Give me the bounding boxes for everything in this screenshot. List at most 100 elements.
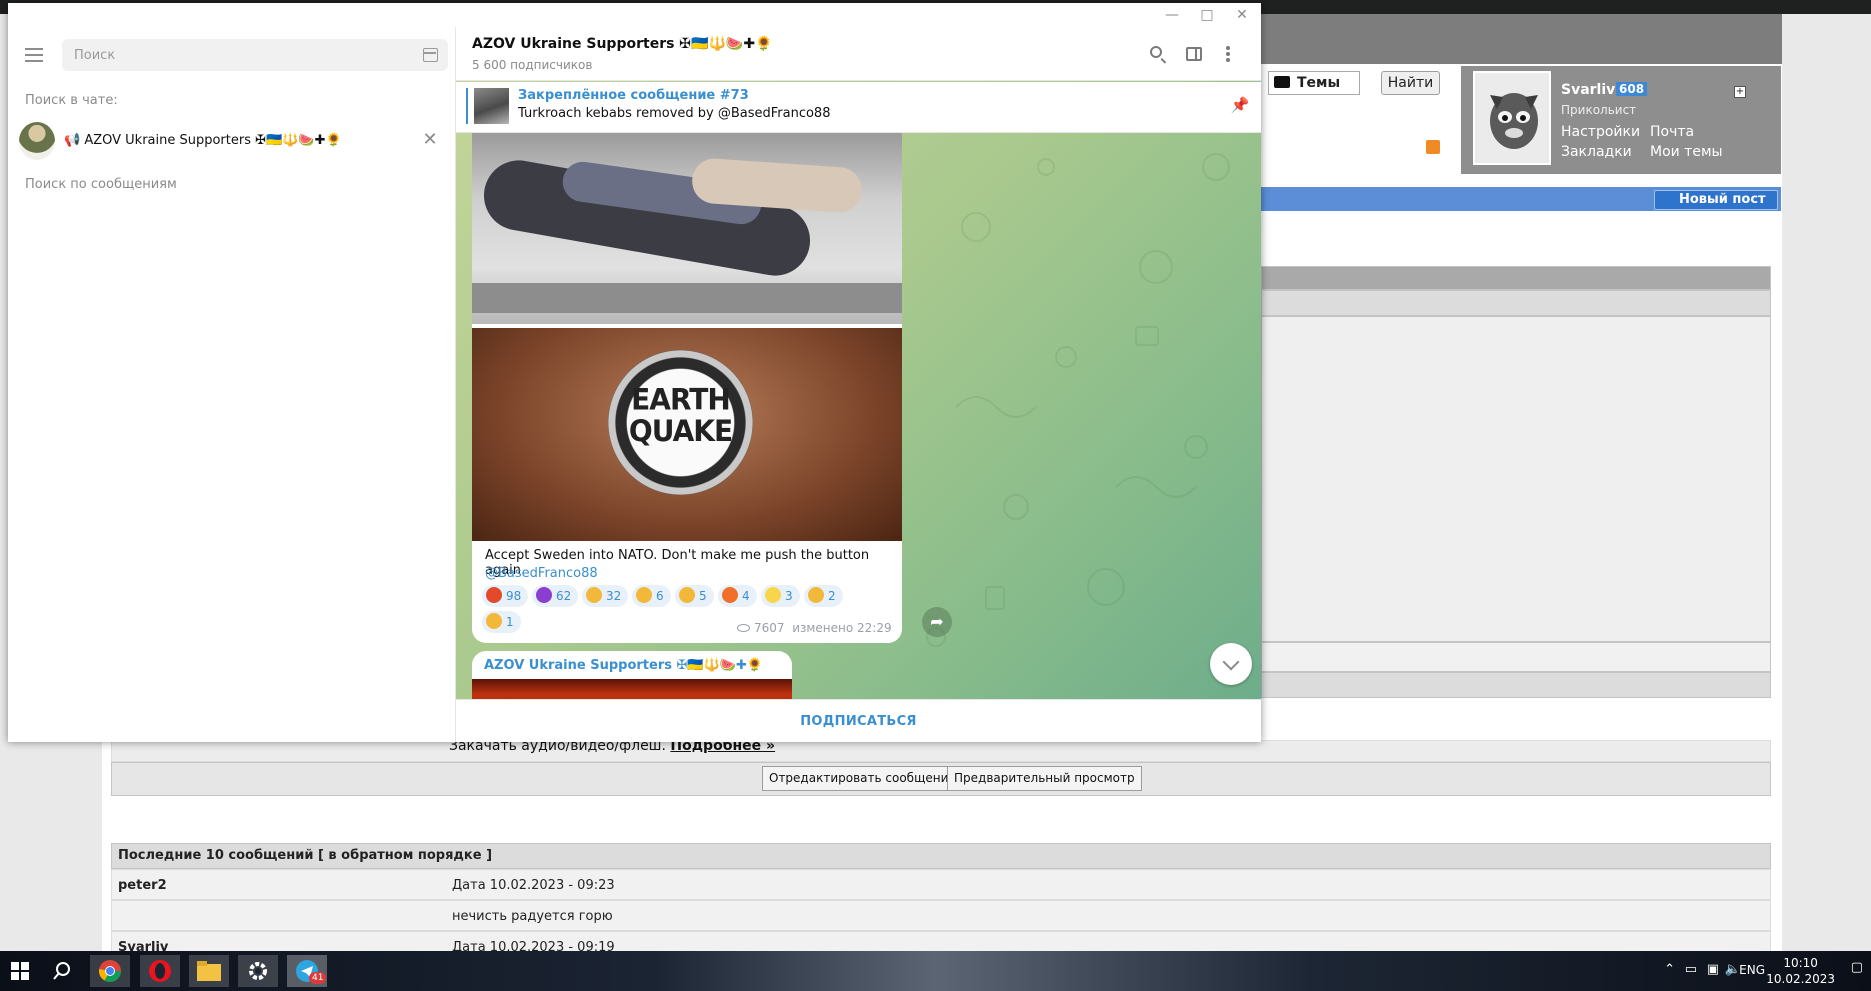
close-icon[interactable]: ✕ [420, 130, 440, 150]
settings-icon[interactable] [238, 955, 278, 987]
chat-header[interactable]: AZOV Ukraine Supporters ✠🇺🇦🔱🍉✚🌻 5 600 по… [456, 27, 1261, 81]
scroll-down-button[interactable] [1210, 643, 1252, 685]
channel-title[interactable]: AZOV Ukraine Supporters ✠🇺🇦🔱🍉✚🌻 [472, 36, 773, 52]
message-meta: 7607 изменено 22:29 [737, 621, 892, 635]
subscribe-button[interactable]: ПОДПИСАТЬСЯ [456, 700, 1261, 743]
banana-icon [765, 587, 781, 603]
pleading-face-icon [486, 613, 502, 629]
pinned-accent [466, 88, 468, 124]
forum-table-row [1261, 316, 1771, 642]
notifications-icon[interactable]: ▢ [1851, 960, 1863, 975]
reaction-angry-face[interactable]: 98 [482, 585, 529, 607]
clock[interactable]: 10:10 10.02.2023 [1766, 955, 1835, 987]
search-field[interactable] [62, 39, 448, 71]
battery-icon[interactable]: ▭ [1685, 962, 1697, 977]
reaction-grimacing-face[interactable]: 2 [804, 585, 843, 607]
message-photo[interactable] [472, 133, 902, 324]
avatar-image [1475, 73, 1549, 163]
chat-title: 📢 AZOV Ukraine Supporters ✠🇺🇦🔱🍉✚🌻 [64, 133, 342, 148]
reaction-smiling-devil[interactable]: 62 [532, 585, 579, 607]
message-text: нечисть радуется горю [452, 909, 613, 924]
message-author[interactable]: AZOV Ukraine Supporters ✠🇺🇦🔱🍉✚🌻 [484, 658, 763, 673]
edited-time: изменено 22:29 [792, 621, 892, 635]
plus-icon[interactable]: + [1734, 86, 1746, 98]
start-icon[interactable] [0, 955, 40, 987]
search-in-chat-label: Поиск в чате: [25, 93, 118, 108]
last-messages-header: Последние 10 сообщений [ в обратном поря… [111, 843, 1771, 869]
search-messages-label: Поиск по сообщениям [25, 177, 177, 192]
hamburger-menu-icon[interactable] [25, 48, 43, 62]
user-post-count: 608 [1616, 82, 1648, 96]
pinned-list-icon[interactable]: 📌 [1226, 96, 1254, 118]
fire-icon [722, 587, 738, 603]
camera-icon[interactable] [1274, 76, 1290, 88]
chrome-icon[interactable] [90, 955, 130, 987]
table-row: peter2 Дата 10.02.2023 - 09:23 [111, 869, 1771, 900]
reaction-pleading-face[interactable]: 1 [482, 611, 521, 633]
more-options-icon[interactable] [1216, 42, 1240, 66]
forum-table-header [1261, 266, 1771, 290]
search-input[interactable] [62, 39, 402, 71]
preview-button[interactable]: Предварительный просмотр [947, 766, 1142, 791]
forum-table-row [1261, 672, 1771, 698]
language-indicator[interactable]: ENG [1739, 963, 1765, 977]
pinned-title: Закреплённое сообщение #73 [518, 88, 749, 103]
chat-panel: AZOV Ukraine Supporters ✠🇺🇦🔱🍉✚🌻 5 600 по… [456, 27, 1261, 742]
message-photo[interactable]: EARTH QUAKE [472, 328, 902, 541]
file-explorer-icon[interactable] [189, 955, 229, 987]
subscribe-bar: ПОДПИСАТЬСЯ [456, 699, 1261, 742]
pinned-thumbnail [474, 88, 509, 124]
my-topics-link[interactable]: Мои темы [1650, 144, 1723, 160]
share-icon[interactable]: ➦ [922, 607, 952, 637]
find-button[interactable]: Найти [1381, 71, 1440, 95]
window-titlebar[interactable]: — □ ✕ [8, 3, 1261, 27]
telegram-icon[interactable]: 41 [287, 955, 327, 987]
network-icon[interactable]: ▣ [1707, 962, 1719, 977]
pinned-message-bar[interactable]: Закреплённое сообщение #73 Turkroach keb… [456, 82, 1261, 133]
new-post-button[interactable]: Новый пост [1654, 190, 1778, 210]
thumbs-up-icon [679, 587, 695, 603]
chevron-up-icon[interactable]: ⌃ [1664, 962, 1675, 977]
minimize-icon[interactable]: — [1157, 5, 1187, 25]
message-author[interactable]: peter2 [118, 878, 167, 893]
maximize-icon[interactable]: □ [1192, 5, 1222, 25]
earthquake-button-text: EARTH QUAKE [628, 382, 733, 449]
view-count: 7607 [754, 621, 785, 635]
telegram-window: — □ ✕ Поиск в чате: 📢 AZOV Ukraine Suppo… [8, 3, 1261, 742]
avatar[interactable] [1473, 71, 1551, 165]
taskbar: 41 ⌃ ▭ ▣ 🔈 ENG 10:10 10.02.2023 ▢ [0, 951, 1871, 991]
reaction-thumbs-up[interactable]: 5 [675, 585, 714, 607]
smiling-devil-icon [536, 587, 552, 603]
reaction-fire[interactable]: 4 [718, 585, 757, 607]
chat-list-panel: Поиск в чате: 📢 AZOV Ukraine Supporters … [8, 27, 456, 742]
close-icon[interactable]: ✕ [1227, 5, 1257, 25]
search-icon[interactable] [1146, 42, 1170, 66]
bookmarks-link[interactable]: Закладки [1561, 144, 1632, 160]
angry-face-icon [486, 587, 502, 603]
eye-icon [737, 624, 750, 632]
search-icon[interactable] [42, 955, 82, 987]
edit-message-button[interactable]: Отредактировать сообщение [762, 766, 963, 791]
opera-icon[interactable] [140, 955, 180, 987]
sidebar-toggle-icon[interactable] [1182, 42, 1206, 66]
forum-table-row [1261, 290, 1771, 316]
pinned-text: Turkroach kebabs removed by @BasedFranco… [518, 106, 831, 121]
chat-avatar [19, 122, 55, 160]
forum-upload-row [111, 740, 1771, 762]
unread-badge: 41 [309, 972, 327, 984]
reaction-thumbs-down[interactable]: 32 [582, 585, 629, 607]
grimacing-face-icon [808, 587, 824, 603]
forum-table-row [1261, 642, 1771, 672]
last-messages-table: Последние 10 сообщений [ в обратном поря… [111, 843, 1771, 962]
user-name[interactable]: Svarliv [1561, 82, 1615, 98]
rss-icon[interactable] [1426, 140, 1440, 154]
user-rank: Прикольист [1561, 103, 1637, 117]
mail-link[interactable]: Почта [1650, 124, 1694, 140]
clock-date: 10.02.2023 [1766, 972, 1835, 986]
reaction-banana[interactable]: 3 [761, 585, 800, 607]
reaction-hearts-face[interactable]: 6 [632, 585, 671, 607]
author-mention-link[interactable]: @BasedFranco88 [485, 566, 598, 581]
calendar-icon[interactable] [423, 48, 438, 62]
settings-link[interactable]: Настройки [1561, 124, 1640, 140]
selected-chat-item[interactable]: 📢 AZOV Ukraine Supporters ✠🇺🇦🔱🍉✚🌻 ✕ [8, 116, 455, 166]
